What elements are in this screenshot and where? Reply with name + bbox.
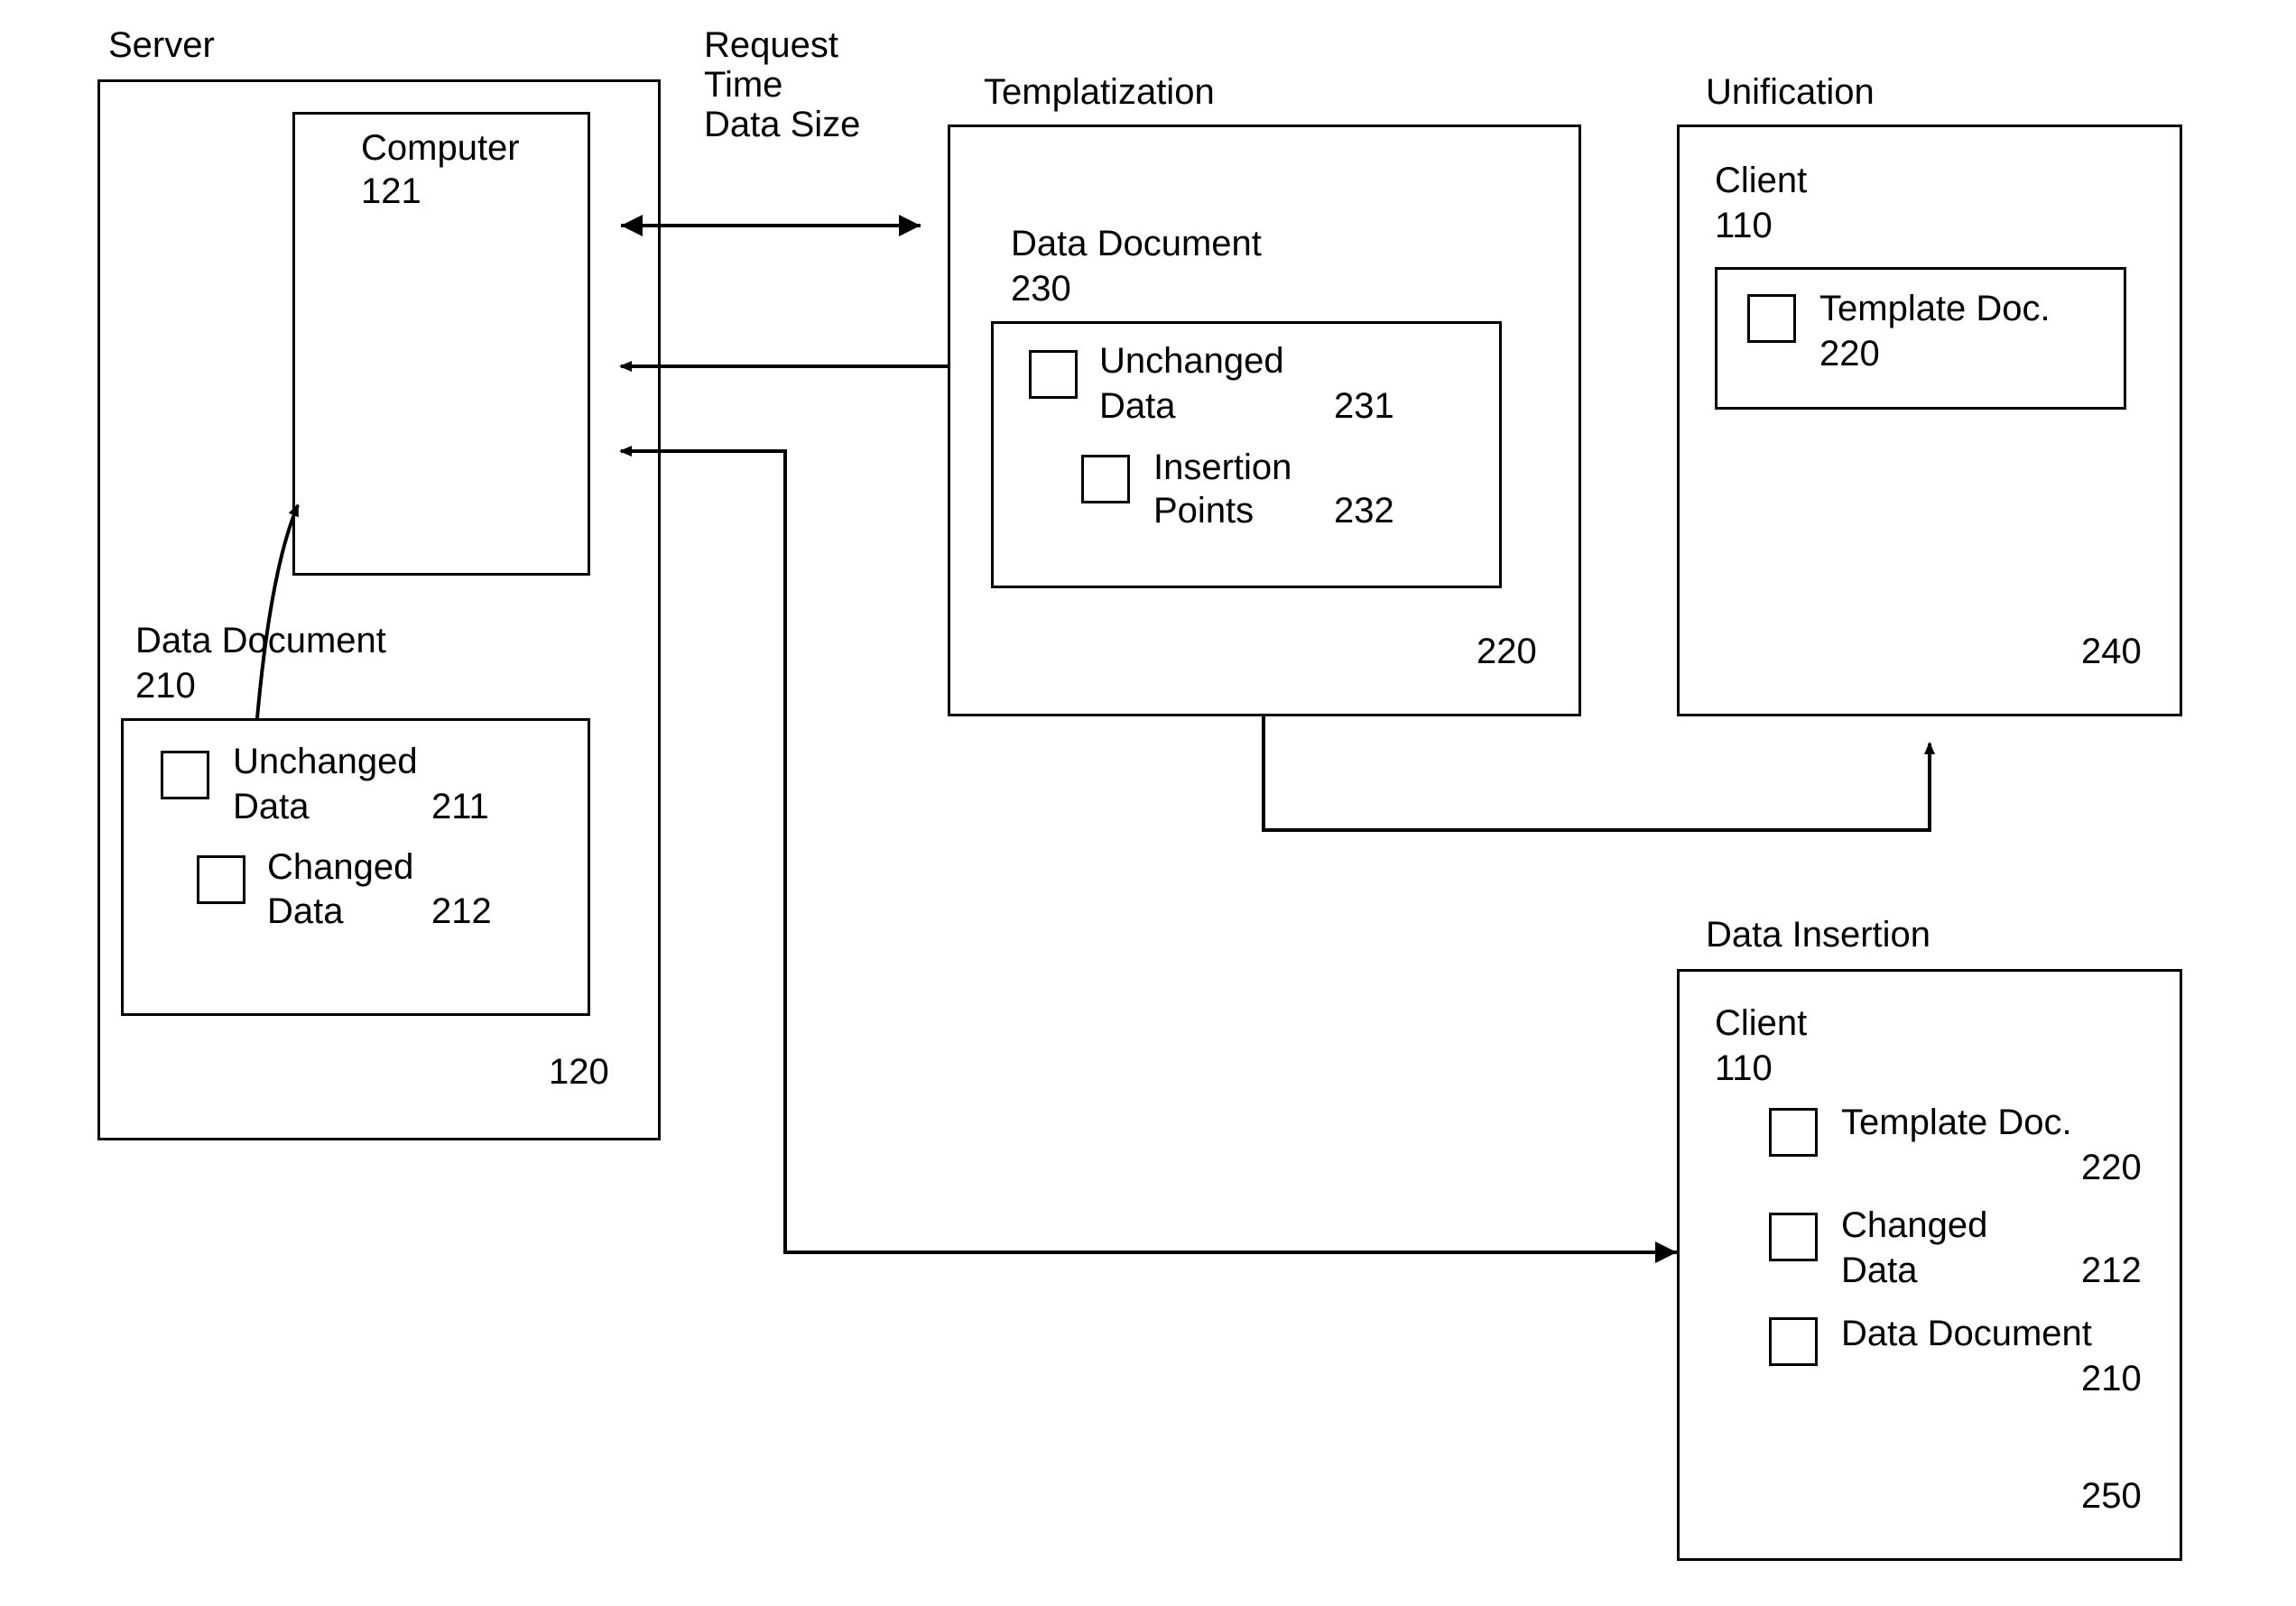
data-insertion-label: Data Insertion bbox=[1706, 915, 1930, 955]
di-changed-icon bbox=[1769, 1213, 1818, 1261]
server-num: 120 bbox=[549, 1052, 609, 1093]
tmpl-insertion-icon bbox=[1081, 455, 1130, 503]
tmpl-unchanged-icon bbox=[1029, 350, 1078, 399]
server-data-document-label: Data Document bbox=[135, 621, 386, 660]
templatization-num: 220 bbox=[1477, 632, 1537, 672]
di-template-doc-num: 220 bbox=[2081, 1148, 2142, 1188]
changed-data-num: 212 bbox=[431, 891, 492, 932]
changed-data-icon bbox=[197, 855, 245, 904]
unchanged-data-num: 211 bbox=[431, 787, 489, 827]
tmpl-data-document-num: 230 bbox=[1011, 269, 1071, 309]
uni-template-doc-label: Template Doc. bbox=[1819, 289, 2051, 328]
unification-label: Unification bbox=[1706, 72, 1875, 112]
di-client-num: 110 bbox=[1715, 1048, 1773, 1089]
computer-num: 121 bbox=[361, 171, 421, 212]
tmpl-data-document-label: Data Document bbox=[1011, 224, 1262, 263]
uni-template-doc-num: 220 bbox=[1819, 334, 1880, 374]
uni-client-label: Client bbox=[1715, 161, 1807, 200]
di-data-document-icon bbox=[1769, 1317, 1818, 1366]
server-label: Server bbox=[108, 25, 215, 65]
tmpl-insertion-label2: Points bbox=[1153, 491, 1254, 531]
unification-num: 240 bbox=[2081, 632, 2142, 672]
changed-data-label2: Data bbox=[267, 891, 344, 931]
di-changed-label1: Changed bbox=[1841, 1205, 1987, 1245]
di-changed-label2: Data bbox=[1841, 1251, 1918, 1290]
tmpl-insertion-label1: Insertion bbox=[1153, 448, 1292, 487]
server-data-document-num: 210 bbox=[135, 666, 196, 706]
templatization-label: Templatization bbox=[984, 72, 1215, 112]
unchanged-data-icon bbox=[161, 751, 209, 799]
tmpl-unchanged-num: 231 bbox=[1334, 386, 1394, 427]
uni-template-doc-icon bbox=[1747, 294, 1796, 343]
di-client-label: Client bbox=[1715, 1003, 1807, 1043]
di-template-doc-icon bbox=[1769, 1108, 1818, 1157]
uni-client-num: 110 bbox=[1715, 206, 1773, 246]
data-insertion-num: 250 bbox=[2081, 1476, 2142, 1517]
computer-label: Computer bbox=[361, 128, 520, 168]
di-template-doc-label: Template Doc. bbox=[1841, 1103, 2072, 1142]
tmpl-unchanged-label1: Unchanged bbox=[1099, 341, 1284, 381]
request-time-datasize-label: Request Time Data Size bbox=[704, 25, 860, 144]
tmpl-insertion-num: 232 bbox=[1334, 491, 1394, 531]
computer-box bbox=[292, 112, 590, 576]
tmpl-unchanged-label2: Data bbox=[1099, 386, 1176, 426]
unchanged-data-label2: Data bbox=[233, 787, 310, 826]
changed-data-label1: Changed bbox=[267, 847, 413, 887]
di-data-document-num: 210 bbox=[2081, 1359, 2142, 1399]
unchanged-data-label1: Unchanged bbox=[233, 742, 418, 781]
di-changed-num: 212 bbox=[2081, 1251, 2142, 1291]
di-data-document-label: Data Document bbox=[1841, 1314, 2092, 1353]
